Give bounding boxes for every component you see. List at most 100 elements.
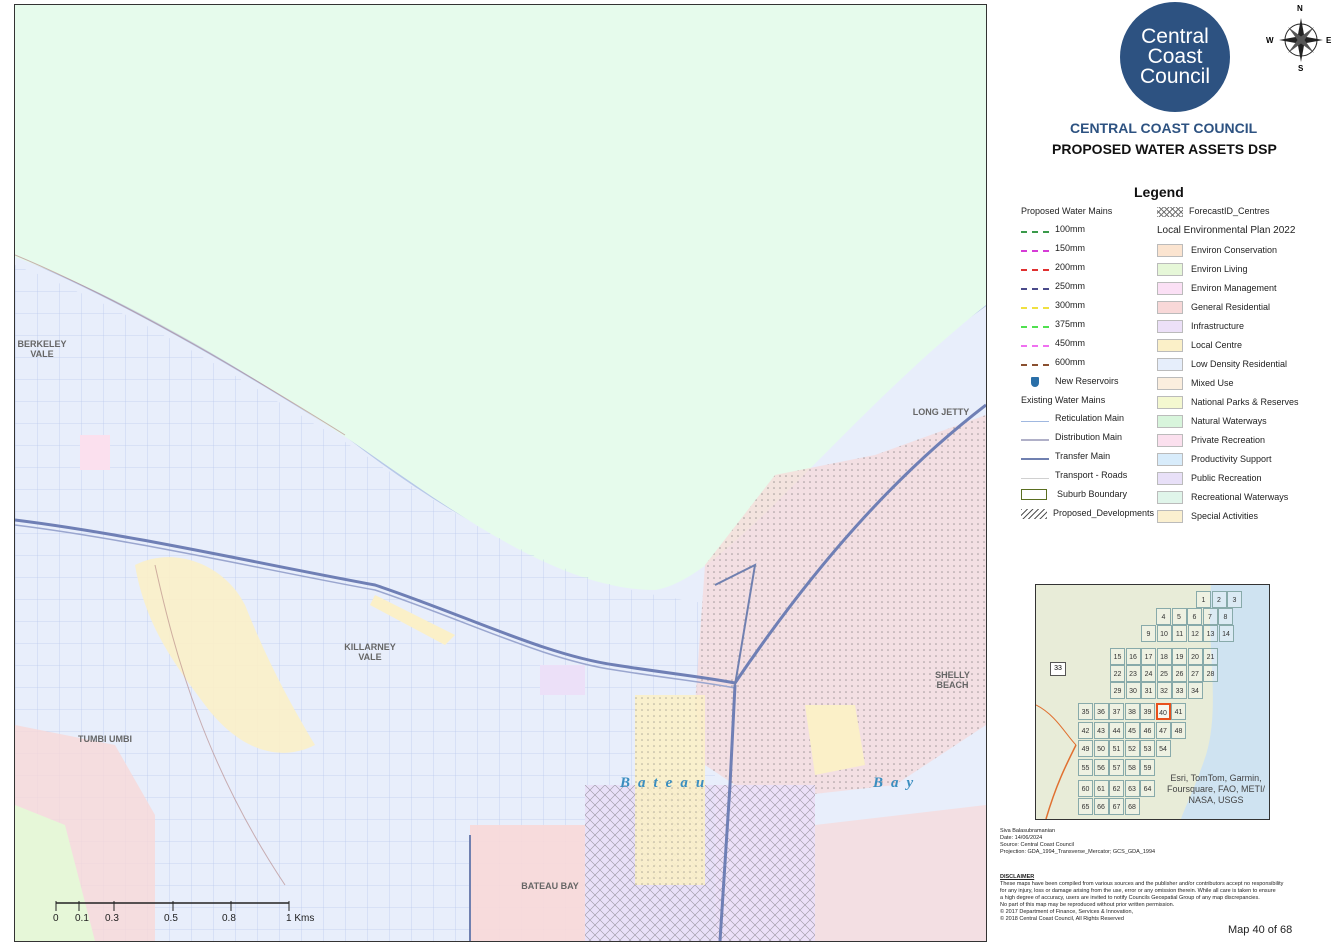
map-frame[interactable]: BERKELEY VALE LONG JETTY KILLARNEY VALE …: [14, 4, 987, 942]
index-cell-44[interactable]: 44: [1109, 722, 1124, 739]
index-cell-25[interactable]: 25: [1156, 665, 1172, 682]
index-cell-9[interactable]: 9: [1141, 625, 1156, 642]
index-cell-12[interactable]: 12: [1187, 625, 1203, 642]
page-number: Map 40 of 68: [1228, 924, 1293, 936]
index-cell-68[interactable]: 68: [1124, 798, 1140, 815]
scale-tick-1: 0.1: [75, 913, 89, 924]
label-bateau-bay: BATEAU BAY: [521, 881, 579, 891]
legend-proposed-300: 300mm: [1021, 300, 1085, 310]
disclaimer-line: These maps have been compiled from vario…: [1000, 881, 1284, 887]
meta-source: Source: Central Coast Council: [1000, 842, 1074, 848]
index-cell-10[interactable]: 10: [1156, 625, 1172, 642]
index-cell-36[interactable]: 36: [1093, 703, 1109, 720]
legend-transfer-main: Transfer Main: [1021, 451, 1110, 461]
inset-index-map[interactable]: 33 1 2 3 4 5 6 7 8 9 10 11 12 13 14 15 16 17 18 19 20 21 22 23…: [1035, 584, 1270, 820]
index-cell-51[interactable]: 51: [1109, 740, 1124, 757]
index-cell-27[interactable]: 27: [1187, 665, 1203, 682]
legend-suburb-boundary: Suburb Boundary: [1021, 489, 1127, 501]
index-cell-48[interactable]: 48: [1171, 722, 1186, 739]
index-cell-15[interactable]: 15: [1110, 648, 1125, 665]
index-cell-17[interactable]: 17: [1141, 648, 1156, 665]
index-cell-62[interactable]: 62: [1109, 780, 1124, 797]
index-cell-22[interactable]: 22: [1110, 665, 1125, 682]
index-cell-6[interactable]: 6: [1187, 608, 1202, 625]
index-cell-32[interactable]: 32: [1156, 682, 1172, 699]
index-cell-3[interactable]: 3: [1227, 591, 1242, 608]
index-cell-56[interactable]: 56: [1093, 759, 1109, 776]
index-cell-54[interactable]: 54: [1155, 740, 1171, 757]
map-metadata: Siva Balasubramanian Date: 14/06/2024 So…: [1000, 828, 1155, 856]
index-cell-31[interactable]: 31: [1141, 682, 1156, 699]
index-cell-38[interactable]: 38: [1124, 703, 1140, 720]
legend-lep-5: Local Centre: [1157, 339, 1242, 352]
index-cell-47[interactable]: 47: [1155, 722, 1171, 739]
index-cell-55[interactable]: 55: [1078, 759, 1093, 776]
index-cell-41[interactable]: 41: [1171, 703, 1186, 720]
index-cell-52[interactable]: 52: [1124, 740, 1140, 757]
index-cell-14[interactable]: 14: [1218, 625, 1234, 642]
index-cell-30[interactable]: 30: [1125, 682, 1141, 699]
council-logo: Central Coast Council: [1120, 2, 1230, 112]
index-cell-37[interactable]: 37: [1109, 703, 1124, 720]
compass-w: W: [1266, 36, 1274, 45]
legend-proposed-250: 250mm: [1021, 281, 1085, 291]
legend-lep-9: Natural Waterways: [1157, 415, 1267, 428]
index-cell-63[interactable]: 63: [1124, 780, 1140, 797]
index-cell-49[interactable]: 49: [1078, 740, 1093, 757]
index-cell-5[interactable]: 5: [1171, 608, 1187, 625]
disclaimer-line: © 2017 Department of Finance, Services &…: [1000, 909, 1134, 915]
index-cell-64[interactable]: 64: [1140, 780, 1155, 797]
index-cell-1[interactable]: 1: [1196, 591, 1211, 608]
index-cell-60[interactable]: 60: [1078, 780, 1093, 797]
index-cell-67[interactable]: 67: [1109, 798, 1124, 815]
map-canvas[interactable]: [15, 5, 986, 941]
index-cell-35[interactable]: 35: [1078, 703, 1093, 720]
index-cell-59[interactable]: 59: [1140, 759, 1155, 776]
index-cell-50[interactable]: 50: [1093, 740, 1109, 757]
index-cell-45[interactable]: 45: [1124, 722, 1140, 739]
index-cell-39[interactable]: 39: [1140, 703, 1155, 720]
index-cell-2[interactable]: 2: [1211, 591, 1227, 608]
legend-lep-6: Low Density Residential: [1157, 358, 1287, 371]
legend-proposed-200: 200mm: [1021, 262, 1085, 272]
index-cell-18[interactable]: 18: [1156, 648, 1172, 665]
index-cell-23[interactable]: 23: [1125, 665, 1141, 682]
index-cell-26[interactable]: 26: [1172, 665, 1187, 682]
legend-lep-14: Special Activities: [1157, 510, 1258, 523]
index-cell-7[interactable]: 7: [1202, 608, 1218, 625]
meta-date: Date: 14/06/2024: [1000, 835, 1043, 841]
index-cell-4[interactable]: 4: [1156, 608, 1171, 625]
index-cell-40[interactable]: 40: [1155, 703, 1171, 720]
index-cell-33[interactable]: 33: [1172, 682, 1187, 699]
legend-lep-12: Public Recreation: [1157, 472, 1262, 485]
index-cell-13[interactable]: 13: [1203, 625, 1218, 642]
index-cell-34[interactable]: 34: [1187, 682, 1203, 699]
water-label-bay: Bay: [873, 775, 922, 791]
logo-line-1: Central: [1141, 25, 1209, 48]
logo-line-2: Coast: [1147, 45, 1203, 68]
index-cell-11[interactable]: 11: [1172, 625, 1187, 642]
legend-proposed-100: 100mm: [1021, 224, 1085, 234]
index-cell-29[interactable]: 29: [1110, 682, 1125, 699]
index-cell-61[interactable]: 61: [1093, 780, 1109, 797]
index-cell-46[interactable]: 46: [1140, 722, 1155, 739]
index-cell-16[interactable]: 16: [1125, 648, 1141, 665]
reservoir-icon: [1031, 376, 1039, 387]
index-cell-19[interactable]: 19: [1172, 648, 1187, 665]
index-cell-20[interactable]: 20: [1187, 648, 1203, 665]
index-cell-43[interactable]: 43: [1093, 722, 1109, 739]
index-cell-28[interactable]: 28: [1203, 665, 1218, 682]
legend-lep-7: Mixed Use: [1157, 377, 1234, 390]
index-cell-24[interactable]: 24: [1141, 665, 1156, 682]
index-cell-65[interactable]: 65: [1078, 798, 1093, 815]
index-cell-21[interactable]: 21: [1203, 648, 1218, 665]
index-cell-42[interactable]: 42: [1078, 722, 1093, 739]
index-cell-57[interactable]: 57: [1109, 759, 1124, 776]
legend-existing-group: Existing Water Mains: [1021, 395, 1106, 405]
index-cell-53[interactable]: 53: [1140, 740, 1155, 757]
index-cell-66[interactable]: 66: [1093, 798, 1109, 815]
scale-bar: 0 0.1 0.3 0.5 0.8 1 Kms: [53, 901, 314, 924]
index-cell-8[interactable]: 8: [1218, 608, 1233, 625]
index-cell-58[interactable]: 58: [1124, 759, 1140, 776]
scale-tick-3: 0.5: [164, 913, 178, 924]
